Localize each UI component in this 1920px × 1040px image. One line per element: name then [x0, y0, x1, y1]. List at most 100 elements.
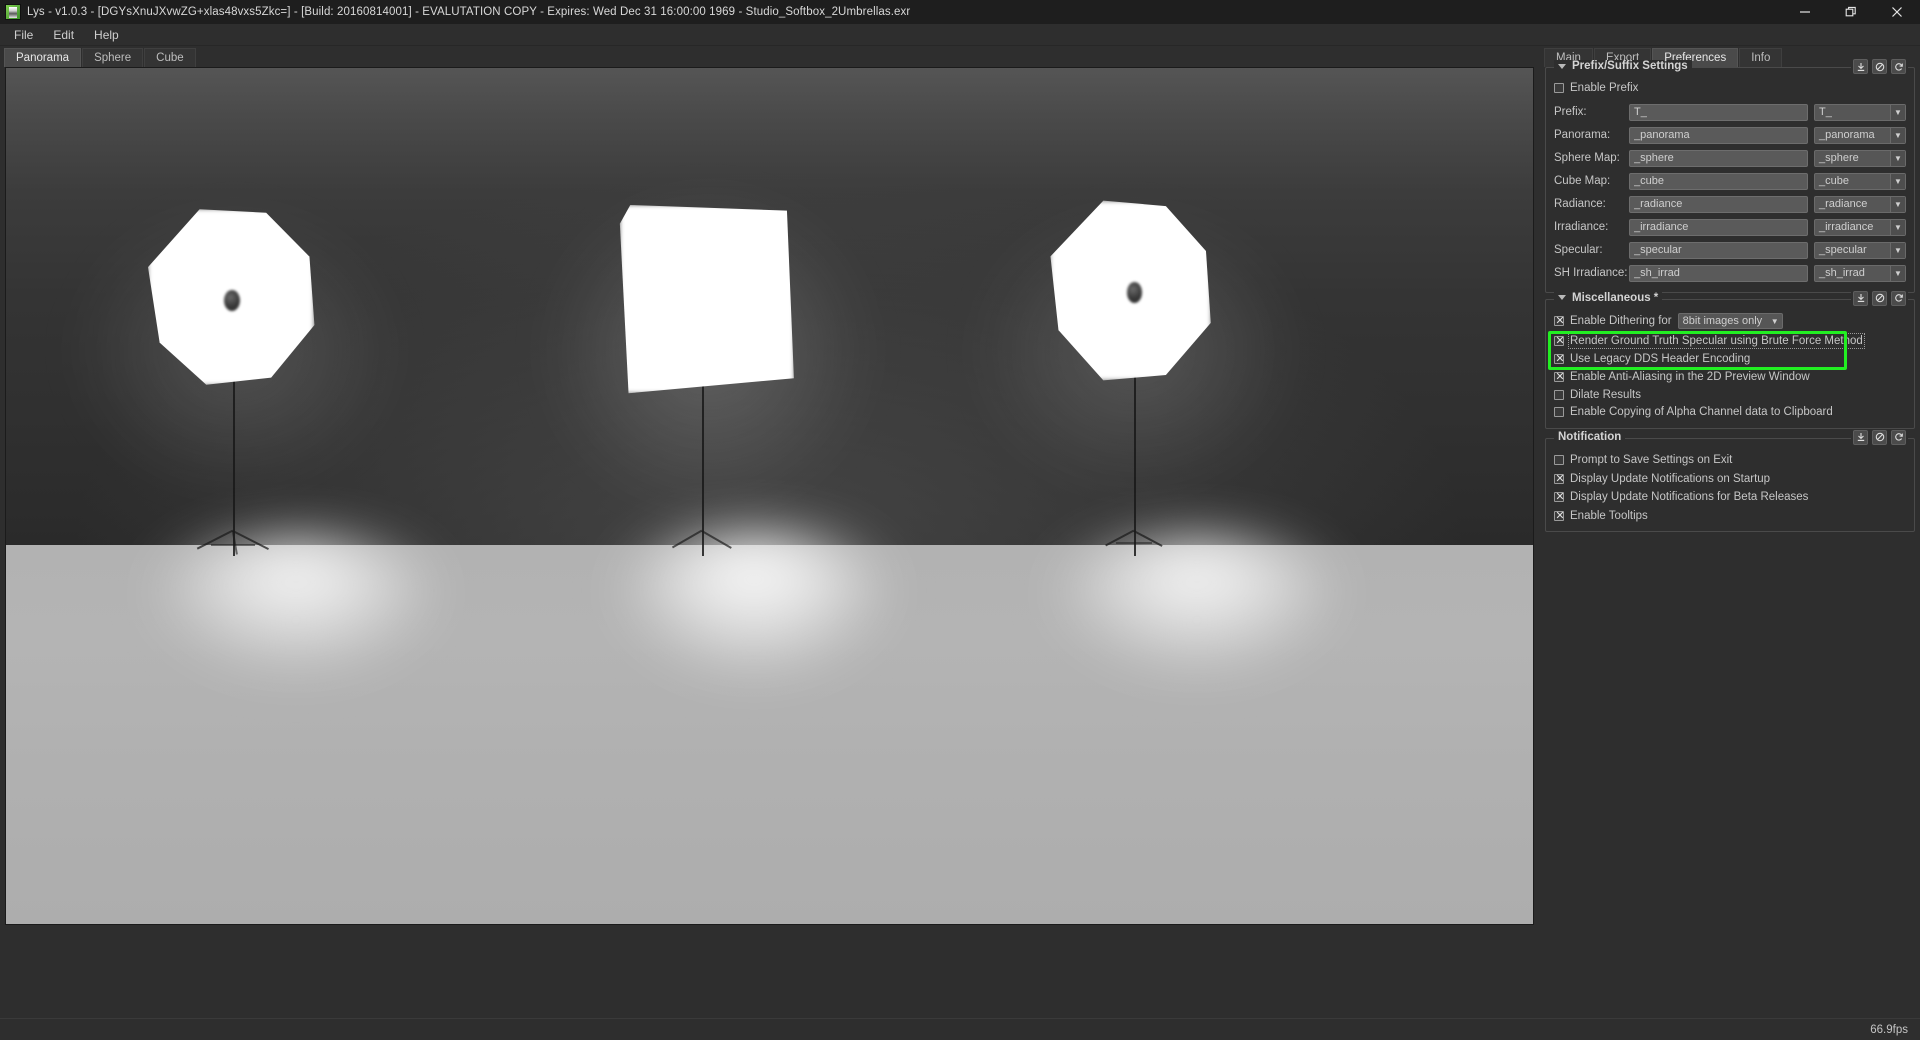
antialias-2d-row[interactable]: Enable Anti-Aliasing in the 2D Preview W…	[1554, 370, 1906, 386]
render-ground-truth-row[interactable]: Render Ground Truth Specular using Brute…	[1554, 333, 1906, 350]
group-notification: Notification Prompt to Save Settings on …	[1545, 429, 1915, 532]
input-prefix[interactable]	[1629, 103, 1808, 121]
dithering-mode-value: 8bit images only	[1682, 315, 1763, 327]
prompt-save-exit-row[interactable]: Prompt to Save Settings on Exit	[1554, 453, 1906, 469]
update-startup-checkbox[interactable]	[1554, 472, 1565, 486]
update-beta-label: Display Update Notifications for Beta Re…	[1570, 491, 1809, 504]
restore-button[interactable]	[1828, 0, 1874, 24]
label-sphere-map: Sphere Map:	[1554, 152, 1620, 164]
enable-tooltips-label: Enable Tooltips	[1570, 509, 1648, 522]
legacy-dds-row[interactable]: Use Legacy DDS Header Encoding	[1554, 351, 1906, 367]
chevron-down-icon[interactable]: ▼	[1890, 150, 1905, 166]
group-prefix-suffix-header[interactable]: Prefix/Suffix Settings	[1554, 60, 1692, 72]
alpha-clipboard-row[interactable]: Enable Copying of Alpha Channel data to …	[1554, 405, 1906, 421]
combo-sphere-map[interactable]: _sphere ▼	[1814, 149, 1906, 167]
update-beta-checkbox[interactable]	[1554, 490, 1565, 504]
input-panorama[interactable]	[1629, 126, 1808, 144]
chevron-down-icon[interactable]: ▼	[1890, 219, 1905, 235]
chevron-down-icon[interactable]: ▼	[1890, 196, 1905, 212]
render-ground-truth-label: Render Ground Truth Specular using Brute…	[1568, 333, 1865, 350]
update-beta-row[interactable]: Display Update Notifications for Beta Re…	[1554, 490, 1906, 506]
alpha-clipboard-checkbox[interactable]	[1554, 407, 1564, 418]
legacy-dds-label: Use Legacy DDS Header Encoding	[1570, 352, 1751, 365]
menu-file[interactable]: File	[4, 26, 43, 44]
close-button[interactable]	[1874, 0, 1920, 24]
reset-icon[interactable]	[1891, 59, 1906, 74]
group-miscellaneous-title: Miscellaneous *	[1572, 291, 1659, 304]
combo-prefix-value: T_	[1819, 106, 1832, 118]
collapse-caret-icon[interactable]	[1558, 63, 1566, 69]
group-prefix-suffix-title: Prefix/Suffix Settings	[1572, 60, 1688, 72]
antialias-2d-label: Enable Anti-Aliasing in the 2D Preview W…	[1570, 371, 1810, 384]
combo-prefix[interactable]: T_ ▼	[1814, 103, 1906, 121]
dithering-mode-combo[interactable]: 8bit images only ▼	[1677, 313, 1783, 329]
collapse-caret-icon[interactable]	[1558, 295, 1566, 300]
reset-icon[interactable]	[1891, 429, 1906, 445]
combo-sh-irradiance[interactable]: _sh_irrad ▼	[1814, 264, 1906, 282]
group-prefix-suffix: Prefix/Suffix Settings Enable Prefix Pre…	[1545, 59, 1915, 293]
chevron-down-icon[interactable]: ▼	[1890, 242, 1905, 258]
chevron-down-icon[interactable]: ▼	[1768, 314, 1782, 328]
save-icon[interactable]	[1853, 429, 1868, 445]
floor-hotspot-center	[609, 534, 900, 681]
tab-panorama[interactable]: Panorama	[4, 48, 82, 67]
chevron-down-icon[interactable]: ▼	[1890, 265, 1905, 281]
chevron-down-icon[interactable]: ▼	[1890, 173, 1905, 189]
disable-icon[interactable]	[1872, 429, 1887, 445]
menu-help[interactable]: Help	[84, 26, 129, 44]
input-sphere-map[interactable]	[1629, 149, 1808, 167]
group-prefix-suffix-buttons	[1851, 59, 1908, 74]
row-specular: Specular: _specular ▼	[1554, 239, 1906, 262]
enable-tooltips-row[interactable]: Enable Tooltips	[1554, 508, 1906, 524]
prompt-save-exit-checkbox[interactable]	[1554, 455, 1564, 466]
combo-irradiance-value: _irradiance	[1819, 221, 1874, 233]
enable-dithering-checkbox[interactable]	[1554, 314, 1565, 328]
tab-info[interactable]: Info	[1739, 48, 1783, 67]
combo-specular[interactable]: _specular ▼	[1814, 241, 1906, 259]
label-irradiance: Irradiance:	[1554, 221, 1609, 233]
combo-specular-value: _specular	[1819, 244, 1867, 256]
group-miscellaneous-header[interactable]: Miscellaneous *	[1554, 291, 1663, 304]
dilate-results-checkbox[interactable]	[1554, 389, 1564, 400]
softbox-light-center	[619, 204, 794, 394]
update-startup-row[interactable]: Display Update Notifications on Startup	[1554, 471, 1906, 487]
chevron-down-icon[interactable]: ▼	[1890, 104, 1905, 120]
combo-panorama[interactable]: _panorama ▼	[1814, 126, 1906, 144]
row-cube-map: Cube Map: _cube ▼	[1554, 170, 1906, 193]
reset-icon[interactable]	[1891, 290, 1906, 306]
combo-irradiance[interactable]: _irradiance ▼	[1814, 218, 1906, 236]
dilate-results-row[interactable]: Dilate Results	[1554, 387, 1906, 403]
antialias-2d-checkbox[interactable]	[1554, 370, 1565, 384]
dither-row[interactable]: Enable Dithering for 8bit images only ▼	[1554, 312, 1906, 331]
input-cube-map[interactable]	[1629, 172, 1808, 190]
input-radiance[interactable]	[1629, 195, 1808, 213]
menu-edit[interactable]: Edit	[43, 26, 84, 44]
input-specular[interactable]	[1629, 241, 1808, 259]
tab-cube[interactable]: Cube	[144, 48, 196, 67]
prompt-save-exit-label: Prompt to Save Settings on Exit	[1570, 454, 1733, 467]
chevron-down-icon[interactable]: ▼	[1890, 127, 1905, 143]
disable-icon[interactable]	[1872, 59, 1887, 74]
label-specular: Specular:	[1554, 244, 1603, 256]
input-sh-irradiance[interactable]	[1629, 264, 1808, 282]
app-logo-icon	[5, 4, 21, 20]
panorama-viewport[interactable]	[5, 67, 1534, 925]
combo-radiance[interactable]: _radiance ▼	[1814, 195, 1906, 213]
group-miscellaneous-buttons	[1851, 290, 1908, 306]
update-startup-label: Display Update Notifications on Startup	[1570, 472, 1771, 485]
enable-tooltips-checkbox[interactable]	[1554, 509, 1565, 523]
enable-prefix-checkbox[interactable]	[1554, 82, 1564, 93]
group-notification-title: Notification	[1558, 430, 1622, 443]
combo-cube-map[interactable]: _cube ▼	[1814, 172, 1906, 190]
tab-sphere[interactable]: Sphere	[82, 48, 144, 67]
floor-hotspot-right	[1044, 538, 1350, 676]
input-irradiance[interactable]	[1629, 218, 1808, 236]
save-icon[interactable]	[1853, 59, 1868, 74]
minimize-button[interactable]	[1782, 0, 1828, 24]
legacy-dds-checkbox[interactable]	[1554, 352, 1565, 366]
save-icon[interactable]	[1853, 290, 1868, 306]
disable-icon[interactable]	[1872, 290, 1887, 306]
enable-prefix-row[interactable]: Enable Prefix	[1554, 80, 1906, 96]
render-ground-truth-checkbox[interactable]	[1554, 334, 1565, 348]
title-bar: Lys - v1.0.3 - [DGYsXnuJXvwZG+xlas48vxs5…	[0, 0, 1920, 24]
